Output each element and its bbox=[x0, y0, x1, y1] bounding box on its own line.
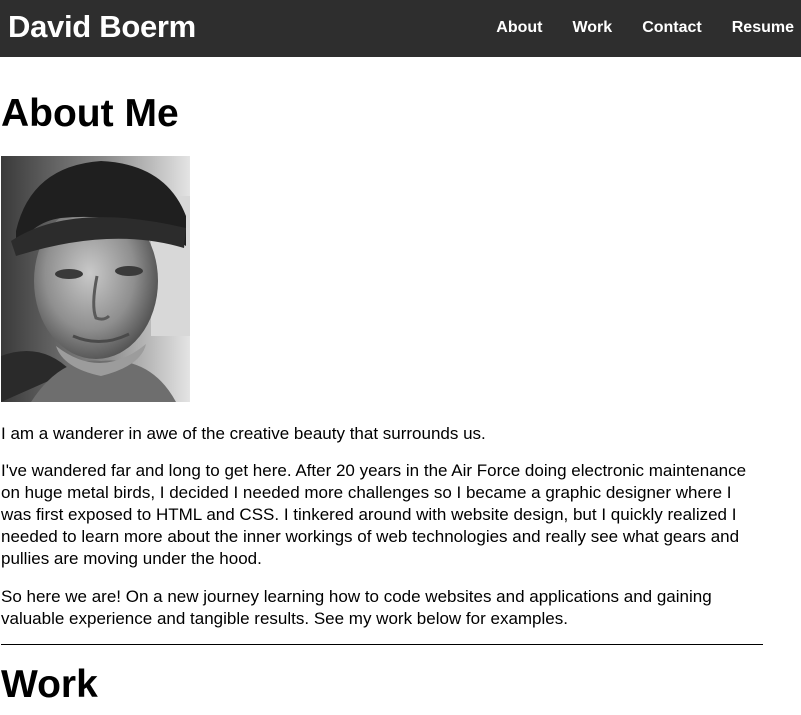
about-paragraph-2: I've wandered far and long to get here. … bbox=[1, 461, 747, 568]
section-divider bbox=[1, 644, 763, 645]
nav-link-resume[interactable]: Resume bbox=[732, 19, 794, 37]
nav-link-contact[interactable]: Contact bbox=[642, 19, 702, 37]
about-title: About Me bbox=[1, 92, 179, 135]
about-paragraph-3: So here we are! On a new journey learnin… bbox=[1, 587, 712, 628]
nav-link-about[interactable]: About bbox=[496, 19, 542, 37]
nav-link-work[interactable]: Work bbox=[572, 19, 612, 37]
main-nav: About Work Contact Resume bbox=[496, 19, 794, 37]
profile-photo bbox=[1, 156, 190, 402]
site-header: David Boerm About Work Contact Resume bbox=[0, 0, 801, 57]
site-brand[interactable]: David Boerm bbox=[8, 9, 196, 45]
about-paragraph-1: I am a wanderer in awe of the creative b… bbox=[1, 424, 486, 443]
work-title: Work bbox=[1, 663, 98, 706]
